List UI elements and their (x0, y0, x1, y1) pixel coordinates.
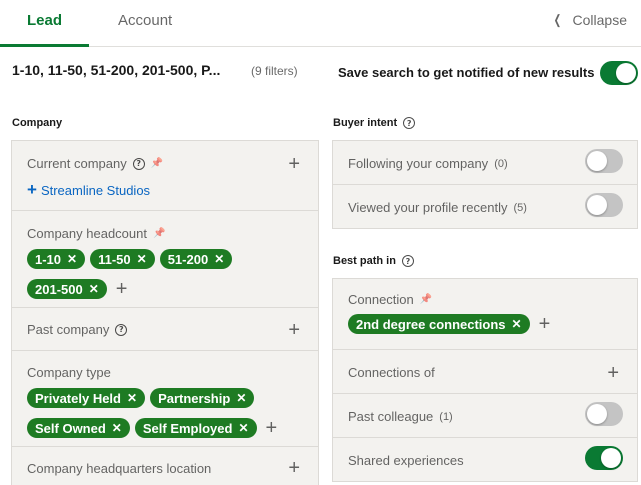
pill-headcount-11-50[interactable]: 11-50 ✕ (90, 249, 155, 269)
pin-icon[interactable]: 📌 (420, 294, 432, 305)
save-search-label: Save search to get notified of new resul… (338, 65, 595, 80)
remove-icon[interactable]: ✕ (89, 282, 99, 296)
connections-of-label: Connections of (348, 365, 435, 380)
remove-icon[interactable]: ✕ (67, 252, 77, 266)
buyer-intent-title: Buyer intent ? (333, 117, 416, 129)
remove-icon[interactable]: ✕ (512, 317, 522, 331)
remove-icon[interactable]: ✕ (127, 391, 137, 405)
chevron-left-icon: ❮ (553, 12, 561, 27)
following-company-toggle[interactable] (585, 149, 623, 173)
company-section-title: Company (12, 117, 63, 129)
add-current-company-button[interactable]: + (288, 154, 300, 174)
add-company-type-button[interactable]: + (266, 418, 278, 438)
company-headcount-row: Company headcount 📌 1-10 ✕ 11-50 ✕ 51-200 ✕… (12, 211, 318, 308)
add-past-company-button[interactable]: + (288, 320, 300, 340)
pin-icon[interactable]: 📌 (153, 228, 165, 239)
plus-icon: + (27, 180, 37, 199)
pill-privately-held[interactable]: Privately Held ✕ (27, 388, 146, 408)
pill-2nd-degree[interactable]: 2nd degree connections ✕ (348, 314, 530, 334)
collapse-button[interactable]: ❮ Collapse (552, 12, 627, 28)
following-company-label: Following your company (0) (348, 156, 508, 171)
current-company-label: Current company ? 📌 (27, 156, 164, 171)
company-type-label: Company type (27, 365, 111, 380)
add-connection-button[interactable]: + (539, 314, 551, 334)
hq-location-row: Company headquarters location + (12, 447, 318, 485)
help-icon[interactable]: ? (115, 323, 128, 336)
add-streamline-studios-link[interactable]: + Streamline Studios (27, 180, 150, 200)
remove-icon[interactable]: ✕ (137, 252, 147, 266)
connection-pills: 2nd degree connections ✕ + (348, 314, 608, 334)
help-icon[interactable]: ? (403, 117, 416, 129)
add-hq-location-button[interactable]: + (288, 458, 300, 478)
pin-icon[interactable]: 📌 (151, 158, 163, 169)
past-company-label: Past company ? (27, 322, 128, 337)
remove-icon[interactable]: ✕ (214, 252, 224, 266)
tab-account[interactable]: Account (118, 12, 172, 29)
save-search-toggle[interactable] (600, 61, 638, 85)
tab-lead[interactable]: Lead (27, 12, 62, 29)
buyer-intent-panel: Following your company (0) Viewed your p… (332, 140, 638, 229)
shared-experiences-row: Shared experiences (333, 438, 637, 482)
company-type-pills: Privately Held ✕ Partnership ✕ Self Owned ✕… (27, 388, 297, 438)
remove-icon[interactable]: ✕ (112, 421, 122, 435)
headcount-pills: 1-10 ✕ 11-50 ✕ 51-200 ✕ 201-500 ✕ + (27, 249, 267, 299)
pill-headcount-1-10[interactable]: 1-10 ✕ (27, 249, 86, 269)
pill-self-owned[interactable]: Self Owned ✕ (27, 418, 130, 438)
hq-location-label: Company headquarters location (27, 461, 212, 476)
add-connections-of-button[interactable]: + (607, 363, 619, 383)
collapse-label: Collapse (572, 12, 627, 28)
company-filters-panel: Current company ? 📌 + + Streamline Studi… (11, 140, 319, 485)
filter-summary: 1-10, 11-50, 51-200, 201-500, P... (12, 62, 221, 78)
viewed-profile-label: Viewed your profile recently (5) (348, 200, 527, 215)
pill-headcount-51-200[interactable]: 51-200 ✕ (159, 249, 233, 269)
viewed-profile-toggle[interactable] (585, 193, 623, 217)
company-headcount-label: Company headcount 📌 (27, 226, 166, 241)
help-icon[interactable]: ? (401, 255, 414, 267)
following-company-row: Following your company (0) (333, 141, 637, 185)
best-path-title: Best path in ? (333, 255, 414, 267)
active-tab-indicator (0, 44, 89, 47)
connection-row: Connection 📌 2nd degree connections ✕ + (333, 279, 637, 350)
past-colleague-row: Past colleague (1) (333, 394, 637, 438)
best-path-panel: Connection 📌 2nd degree connections ✕ + C… (332, 278, 638, 482)
tab-bar: Lead Account ❮ Collapse (0, 0, 641, 47)
shared-experiences-label: Shared experiences (348, 453, 464, 468)
shared-experiences-toggle[interactable] (585, 446, 623, 470)
past-colleague-toggle[interactable] (585, 402, 623, 426)
past-company-row: Past company ? + (12, 308, 318, 351)
viewed-profile-row: Viewed your profile recently (5) (333, 185, 637, 229)
pill-headcount-201-500[interactable]: 201-500 ✕ (27, 279, 107, 299)
add-headcount-button[interactable]: + (116, 279, 128, 299)
filters-count: (9 filters) (251, 64, 298, 78)
past-colleague-label: Past colleague (1) (348, 409, 453, 424)
help-icon[interactable]: ? (132, 157, 145, 170)
connections-of-row: Connections of + (333, 350, 637, 394)
connection-label: Connection 📌 (348, 292, 433, 307)
current-company-row: Current company ? 📌 + + Streamline Studi… (12, 141, 318, 211)
pill-self-employed[interactable]: Self Employed ✕ (134, 418, 257, 438)
pill-partnership[interactable]: Partnership ✕ (150, 388, 255, 408)
remove-icon[interactable]: ✕ (238, 421, 248, 435)
company-type-row: Company type Privately Held ✕ Partnership… (12, 351, 318, 447)
remove-icon[interactable]: ✕ (236, 391, 246, 405)
